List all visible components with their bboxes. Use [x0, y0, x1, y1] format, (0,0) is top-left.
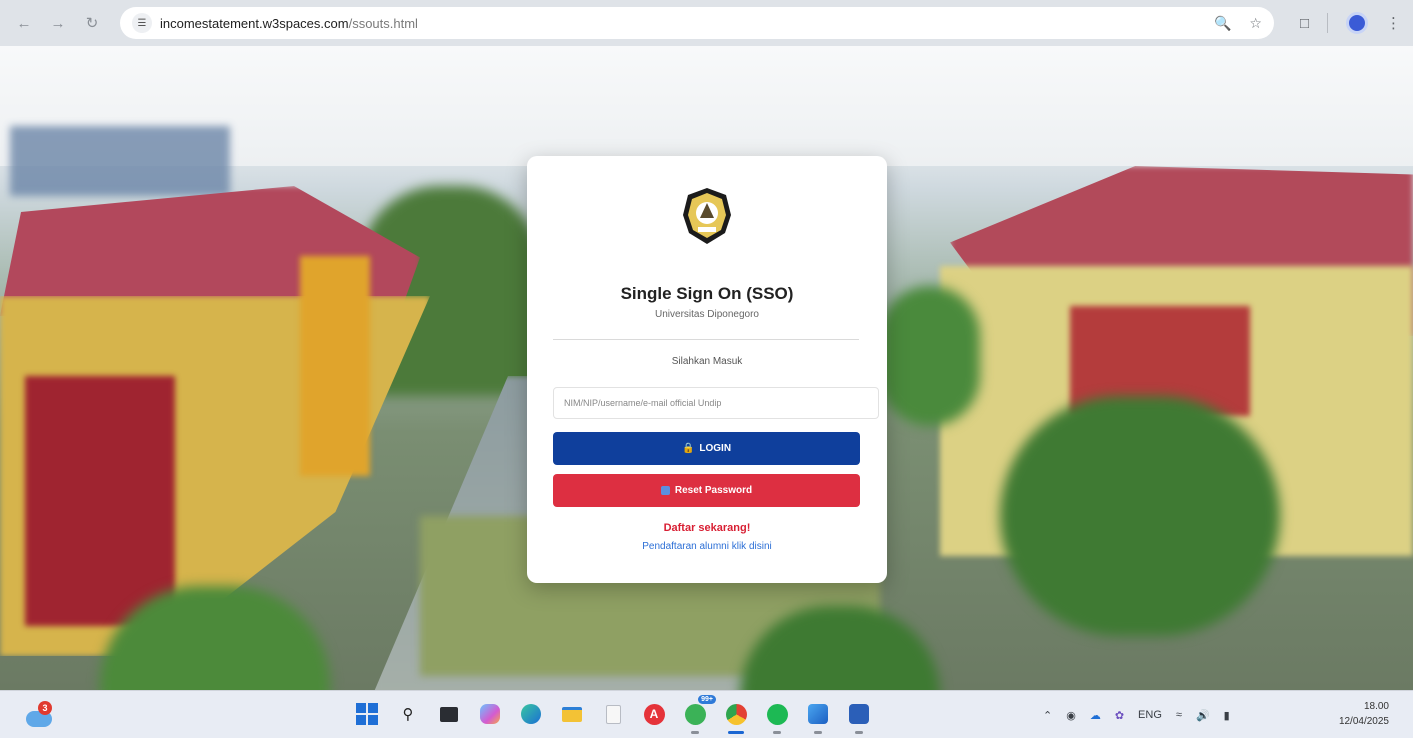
background-building-far [10, 126, 230, 196]
word-glyph [849, 704, 869, 724]
search-icon[interactable]: ⚲ [393, 699, 423, 729]
whatsapp-icon[interactable]: 99+ [680, 695, 716, 734]
toolbar-divider [1327, 13, 1328, 33]
photos-glyph [808, 704, 828, 724]
running-indicator [773, 731, 781, 734]
profile-avatar[interactable] [1346, 12, 1368, 34]
background-red-wall [25, 376, 175, 626]
browser-toolbar: ← → ↻ ☰ incomestatement.w3spaces.com/sso… [0, 0, 1413, 46]
bookmark-star-icon[interactable]: ☆ [1249, 15, 1262, 32]
background-tree-right [1000, 396, 1280, 636]
whatsapp-glyph [684, 703, 706, 725]
university-seal-logo [683, 188, 731, 244]
windows-logo-icon [356, 703, 378, 725]
active-indicator [728, 731, 744, 734]
spotify-glyph [766, 703, 788, 725]
edge-glyph [521, 704, 541, 724]
key-icon [660, 486, 670, 495]
app-red-a-icon[interactable]: A [639, 699, 669, 729]
hp-support-icon[interactable]: ◉ [1066, 709, 1076, 722]
address-bar-actions: 🔍 ☆ [1214, 15, 1262, 32]
battery-icon[interactable]: ▮ [1224, 709, 1230, 722]
task-view-icon[interactable] [434, 699, 464, 729]
url-path: /ssouts.html [348, 15, 418, 31]
whatsapp-unread-badge: 99+ [698, 695, 716, 704]
reload-icon[interactable]: ↻ [80, 11, 104, 35]
edge-browser-icon[interactable] [516, 699, 546, 729]
back-arrow-icon[interactable]: ← [12, 11, 36, 35]
wifi-icon[interactable]: ≈ [1176, 709, 1182, 721]
extensions-icon[interactable]: □ [1300, 15, 1309, 32]
background-yellow-tower [300, 256, 370, 476]
address-bar[interactable]: ☰ incomestatement.w3spaces.com/ssouts.ht… [120, 7, 1274, 39]
page-viewport: Single Sign On (SSO) Universitas Diponeg… [0, 46, 1413, 690]
clock-time: 18.00 [1363, 701, 1389, 712]
card-divider [553, 339, 859, 340]
running-indicator [814, 731, 822, 734]
chrome-browser-icon[interactable] [721, 699, 751, 734]
system-clock[interactable]: 18.00 12/04/2025 [1339, 699, 1389, 729]
document-glyph [605, 704, 621, 724]
spotify-icon[interactable] [762, 699, 792, 734]
menu-kebab-icon[interactable]: ⋮ [1386, 14, 1401, 32]
start-windows-icon[interactable] [352, 699, 382, 729]
onedrive-cloud-icon[interactable]: ☁ [1090, 709, 1101, 722]
folder-glyph [562, 706, 582, 722]
weather-widget[interactable]: 3 [26, 701, 54, 729]
word-icon[interactable] [844, 699, 874, 734]
url-text[interactable]: incomestatement.w3spaces.com/ssouts.html [160, 16, 418, 31]
system-tray: ⌃ ◉ ☁ ✿ ENG ≈ 🔊 ▮ [1043, 691, 1230, 739]
reset-password-button[interactable]: Reset Password [553, 474, 860, 507]
notepad-icon[interactable] [598, 699, 628, 729]
chevron-up-icon[interactable]: ⌃ [1043, 709, 1052, 722]
teams-icon[interactable]: ✿ [1115, 709, 1124, 722]
alumni-registration-link[interactable]: Pendaftaran alumni klik disini [527, 541, 887, 552]
url-domain: incomestatement.w3spaces.com [160, 15, 349, 31]
windows-taskbar: 3 ⚲ A 99+ ⌃ ◉ ☁ ✿ ENG ≈ 🔊 ▮ 18.00 12/04/… [0, 690, 1413, 738]
site-settings-icon[interactable]: ☰ [132, 13, 152, 33]
username-input[interactable] [553, 387, 879, 419]
zoom-icon[interactable]: 🔍 [1214, 15, 1231, 32]
reset-password-label: Reset Password [674, 485, 753, 496]
page-title: Single Sign On (SSO) [620, 284, 794, 303]
login-card: Single Sign On (SSO) Universitas Diponeg… [527, 156, 887, 583]
running-indicator [691, 731, 699, 734]
university-name: Universitas Diponegoro [655, 309, 759, 320]
register-link[interactable]: Daftar sekarang! [527, 522, 887, 534]
photos-icon[interactable] [803, 699, 833, 734]
background-tree-right-small [880, 286, 980, 426]
copilot-icon[interactable] [475, 699, 505, 729]
taskbar-apps: ⚲ A 99+ [352, 695, 874, 734]
language-indicator[interactable]: ENG [1138, 709, 1162, 721]
clock-date: 12/04/2025 [1338, 716, 1389, 727]
login-button[interactable]: 🔒 LOGIN [553, 432, 860, 465]
lock-icon: 🔒 [681, 443, 695, 454]
login-prompt: Silahkan Masuk [671, 356, 743, 367]
login-button-label: LOGIN [699, 443, 732, 454]
task-view-glyph [440, 706, 458, 722]
chrome-glyph [725, 703, 747, 725]
red-a-glyph: A [643, 703, 665, 725]
volume-icon[interactable]: 🔊 [1196, 709, 1210, 722]
forward-arrow-icon[interactable]: → [46, 11, 70, 35]
browser-actions: □ ⋮ [1300, 12, 1401, 34]
file-explorer-icon[interactable] [557, 699, 587, 729]
weather-notification-badge: 3 [38, 701, 52, 715]
running-indicator [855, 731, 863, 734]
copilot-glyph [480, 704, 500, 724]
